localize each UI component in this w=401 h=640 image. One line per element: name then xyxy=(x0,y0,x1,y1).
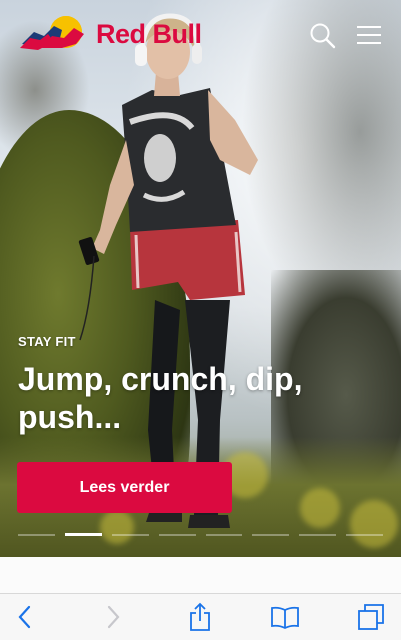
hero-eyebrow: STAY FIT xyxy=(18,334,76,349)
pager-dot[interactable] xyxy=(18,534,55,536)
pager-dot[interactable] xyxy=(158,534,196,536)
chevron-left-icon[interactable] xyxy=(6,600,42,634)
hero-bokeh xyxy=(300,488,340,528)
hamburger-menu-icon[interactable] xyxy=(352,18,386,52)
hero-banner: Red Bull STAY FIT Jump, crunch, dip, pus… xyxy=(0,0,401,557)
carousel-pager xyxy=(18,533,383,536)
pager-dot[interactable] xyxy=(346,534,383,536)
red-bull-logo[interactable]: Red Bull xyxy=(16,14,202,54)
pager-dot[interactable] xyxy=(205,534,243,536)
book-icon[interactable] xyxy=(267,600,303,634)
red-bull-logo-mark xyxy=(20,16,84,50)
browser-toolbar xyxy=(0,593,401,640)
pager-dot[interactable] xyxy=(252,534,290,536)
hero-headline[interactable]: Jump, crunch, dip, push... xyxy=(18,360,348,436)
search-icon[interactable] xyxy=(305,18,339,52)
pager-dot[interactable] xyxy=(111,534,149,536)
pager-dot-active[interactable] xyxy=(64,533,102,536)
read-more-button[interactable]: Lees verder xyxy=(17,462,232,513)
brand-name: Red Bull xyxy=(96,18,202,49)
runner-photo xyxy=(78,13,258,528)
hero-bokeh xyxy=(350,500,398,548)
chevron-right-icon[interactable] xyxy=(96,600,132,634)
share-icon[interactable] xyxy=(182,600,218,634)
pager-dot[interactable] xyxy=(299,534,337,536)
tabs-icon[interactable] xyxy=(353,600,389,634)
content-below-hero xyxy=(0,557,401,593)
